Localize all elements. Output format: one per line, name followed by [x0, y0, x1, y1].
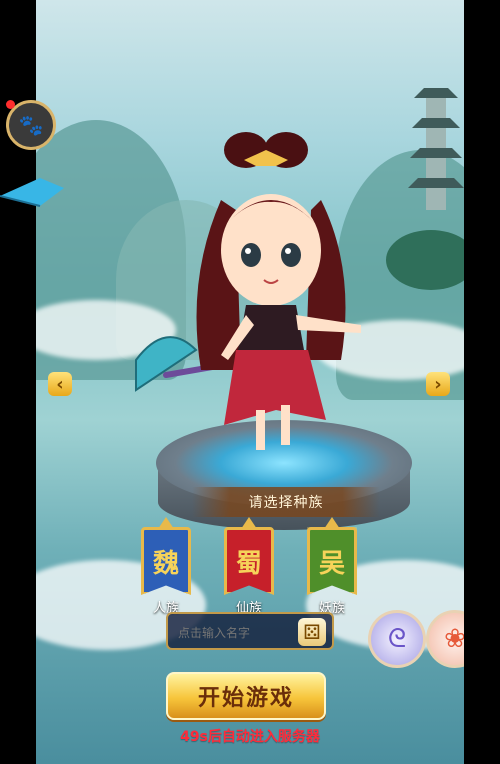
next-arrow-icon[interactable]: › [426, 372, 450, 396]
name-input[interactable] [176, 621, 298, 645]
dice-icon[interactable]: ⚄ [298, 618, 326, 646]
notification-dot [6, 100, 15, 109]
character-portrait [135, 132, 361, 450]
race-option-demon[interactable]: 吴 妖族 [307, 517, 357, 616]
swirl-icon[interactable]: ᘓ [368, 610, 426, 668]
race-flag-wu: 吴 [307, 527, 357, 595]
name-field[interactable]: ⚄ [166, 612, 334, 650]
game-stage: ‹ › 请选择种族 魏 人族 蜀 仙族 吴 妖族 点击输入名字 ⚄ ᘓ ❀ 开始… [36, 0, 464, 764]
race-option-immortal[interactable]: 蜀 仙族 [224, 517, 274, 616]
race-select-title: 请选择种族 [192, 487, 380, 517]
start-game-button[interactable]: 开始游戏 [166, 672, 326, 720]
race-flag-wei: 魏 [141, 527, 191, 595]
prev-arrow-icon[interactable]: ‹ [48, 372, 72, 396]
race-flag-shu: 蜀 [224, 527, 274, 595]
feather-icon [0, 178, 64, 207]
auto-enter-countdown: 49s后自动进入服务器 [180, 729, 320, 745]
race-option-human[interactable]: 魏 人族 [141, 517, 191, 616]
pagoda-icon [408, 88, 464, 210]
